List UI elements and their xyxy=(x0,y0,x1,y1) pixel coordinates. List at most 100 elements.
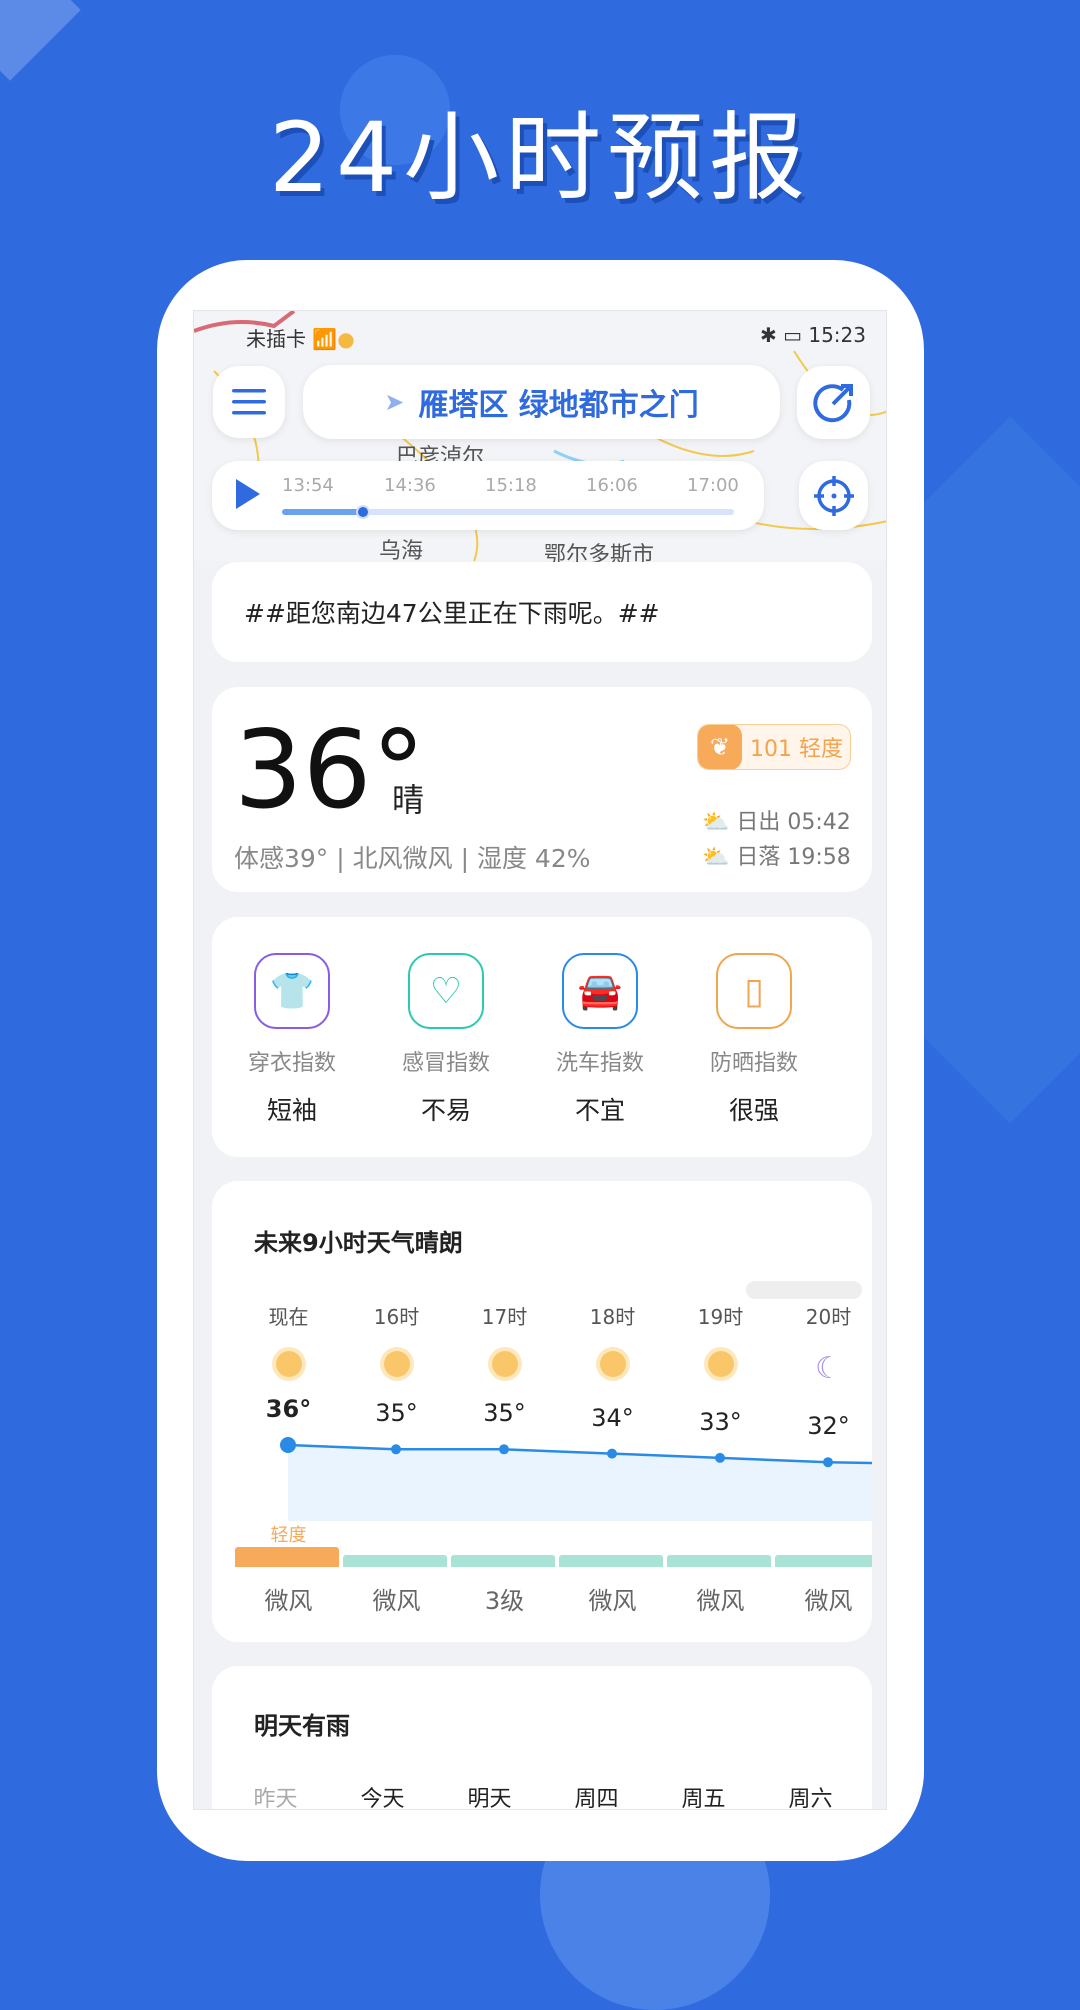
index-value: 很强 xyxy=(728,1096,779,1125)
sun-icon xyxy=(343,1351,450,1382)
aqi-bar xyxy=(451,1555,555,1567)
menu-icon xyxy=(232,389,266,415)
timeline-tick: 15:18 xyxy=(485,475,537,496)
temperature-point xyxy=(607,1448,617,1459)
app-screen: 巴彦淖尔 乌海 鄂尔多斯市 未插卡 📶● ✱ ▭ 15:23 ➤ 雁塔区 绿地都… xyxy=(193,310,887,1810)
current-weather-card: 36° 晴 体感39° | 北风微风 | 湿度 42% ❦ 101 轻度 ⛅ 日… xyxy=(212,687,872,892)
headline: 24小时预报 xyxy=(268,102,812,214)
wifi-icon: 📶 xyxy=(312,327,338,351)
play-button[interactable] xyxy=(236,479,260,509)
index-value: 短袖 xyxy=(266,1096,317,1125)
sunrise-time: 日出 05:42 xyxy=(736,810,851,835)
life-index-item[interactable]: ▯ 防晒指数 很强 xyxy=(679,953,829,1127)
sun-icon xyxy=(235,1351,342,1382)
aqi-label: 轻度 xyxy=(270,1525,307,1546)
radar-timeline: 13:54 14:36 15:18 16:06 17:00 xyxy=(212,461,764,530)
status-bar: 未插卡 📶● ✱ ▭ 15:23 xyxy=(246,323,866,352)
crosshair-icon xyxy=(813,475,854,516)
timeline-tick: 14:36 xyxy=(384,475,436,496)
sun-icon xyxy=(667,1351,774,1382)
aqi-bar xyxy=(559,1555,663,1567)
life-index-item[interactable]: 👕 穿衣指数 短袖 xyxy=(217,953,367,1127)
index-value: 不宜 xyxy=(574,1096,625,1125)
sunrise-icon: ⛅ xyxy=(702,810,730,835)
bluetooth-icon: ✱ xyxy=(759,323,777,347)
location-name: 雁塔区 绿地都市之门 xyxy=(418,388,699,423)
life-index-item[interactable]: 🚘 洗车指数 不宜 xyxy=(525,953,675,1127)
locate-button[interactable] xyxy=(799,461,868,530)
day-tab[interactable]: 今天 xyxy=(329,1781,436,1809)
index-name: 洗车指数 xyxy=(555,1051,644,1076)
hour-temp: 35° xyxy=(375,1399,418,1428)
index-value: 不易 xyxy=(420,1096,471,1125)
clock: 15:23 xyxy=(808,323,866,347)
hour-label: 现在 xyxy=(268,1305,309,1329)
day-tab[interactable]: 周五 xyxy=(650,1781,757,1809)
sunscreen-icon: ▯ xyxy=(716,953,792,1029)
day-tab[interactable]: 周六 xyxy=(757,1781,864,1809)
navigation-arrow-icon: ➤ xyxy=(384,388,405,416)
hour-label: 17时 xyxy=(481,1305,528,1329)
share-button[interactable] xyxy=(797,366,870,439)
temperature-point xyxy=(280,1437,296,1453)
hour-label: 20时 xyxy=(805,1305,852,1329)
battery-icon: ▭ xyxy=(783,323,802,347)
location-selector[interactable]: ➤ 雁塔区 绿地都市之门 xyxy=(303,365,780,439)
current-details: 体感39° | 北风微风 | 湿度 42% xyxy=(234,844,591,873)
daily-forecast-card: 明天有雨 昨天 今天 明天 周四 周五 周六 xyxy=(212,1666,872,1809)
wind-label: 3级 xyxy=(484,1587,525,1615)
hour-label: 16时 xyxy=(373,1305,420,1329)
sunset-time: 日落 19:58 xyxy=(736,845,851,870)
background-decoration xyxy=(0,0,81,81)
hourly-forecast-card: 未来9小时天气晴朗 现在 36° 轻度 微风 16时 35° 微风 17时 35° 3级 18时 34… xyxy=(212,1181,872,1642)
sun-icon xyxy=(451,1351,558,1382)
leaf-icon: ❦ xyxy=(698,725,742,769)
menu-button[interactable] xyxy=(213,366,285,438)
wind-label: 微风 xyxy=(696,1587,745,1615)
aqi-bar xyxy=(235,1547,339,1567)
day-tab[interactable]: 昨天 xyxy=(222,1781,329,1809)
hour-temp: 36° xyxy=(265,1395,312,1423)
day-tab[interactable]: 明天 xyxy=(436,1781,543,1809)
index-name: 防晒指数 xyxy=(709,1051,798,1076)
temperature-area xyxy=(288,1445,872,1521)
day-tab[interactable]: 周四 xyxy=(543,1781,650,1809)
life-index-item[interactable]: ♡ 感冒指数 不易 xyxy=(371,953,521,1127)
hour-temp: 32° xyxy=(807,1412,850,1441)
index-name: 感冒指数 xyxy=(401,1051,490,1076)
rain-alert-card[interactable]: ##距您南边47公里正在下雨呢。## xyxy=(212,562,872,662)
hour-temp: 35° xyxy=(483,1399,526,1428)
temperature-point xyxy=(823,1457,833,1468)
moon-icon: ☾ xyxy=(815,1351,842,1386)
map-label: 乌海 xyxy=(379,539,424,564)
timeline-tick: 17:00 xyxy=(687,475,739,496)
hour-label: 18时 xyxy=(589,1305,636,1329)
sun-icon xyxy=(559,1351,666,1382)
aqi-bar xyxy=(775,1555,872,1567)
shirt-icon: 👕 xyxy=(254,953,330,1029)
wind-label: 微风 xyxy=(264,1587,313,1615)
index-name: 穿衣指数 xyxy=(247,1051,336,1076)
wind-label: 微风 xyxy=(372,1587,421,1615)
wind-label: 微风 xyxy=(588,1587,637,1615)
aqi-bar xyxy=(343,1555,447,1567)
temperature-point xyxy=(499,1444,509,1455)
timeline-tick: 13:54 xyxy=(282,475,334,496)
carrier-text: 未插卡 xyxy=(246,327,306,351)
sunset-icon: ⛅ xyxy=(702,845,730,870)
aqi-badge[interactable]: ❦ 101 轻度 xyxy=(697,724,851,770)
timeline-slider[interactable] xyxy=(282,505,734,519)
temperature-point xyxy=(715,1452,725,1463)
daily-title: 明天有雨 xyxy=(254,1712,350,1740)
car-icon: 🚘 xyxy=(562,953,638,1029)
hour-temp: 33° xyxy=(699,1407,742,1436)
aqi-bar xyxy=(667,1555,771,1567)
heart-icon: ♡ xyxy=(408,953,484,1029)
temperature-point xyxy=(391,1444,401,1455)
aqi-value: 101 轻度 xyxy=(750,737,843,762)
current-condition: 晴 xyxy=(392,781,425,819)
life-index-card: 👕 穿衣指数 短袖 ♡ 感冒指数 不易 🚘 洗车指数 不宜 ▯ 防晒指数 很强 xyxy=(212,917,872,1157)
sun-icon: ● xyxy=(337,327,355,351)
wind-label: 微风 xyxy=(804,1587,853,1615)
rain-alert-text: ##距您南边47公里正在下雨呢。## xyxy=(244,599,660,628)
